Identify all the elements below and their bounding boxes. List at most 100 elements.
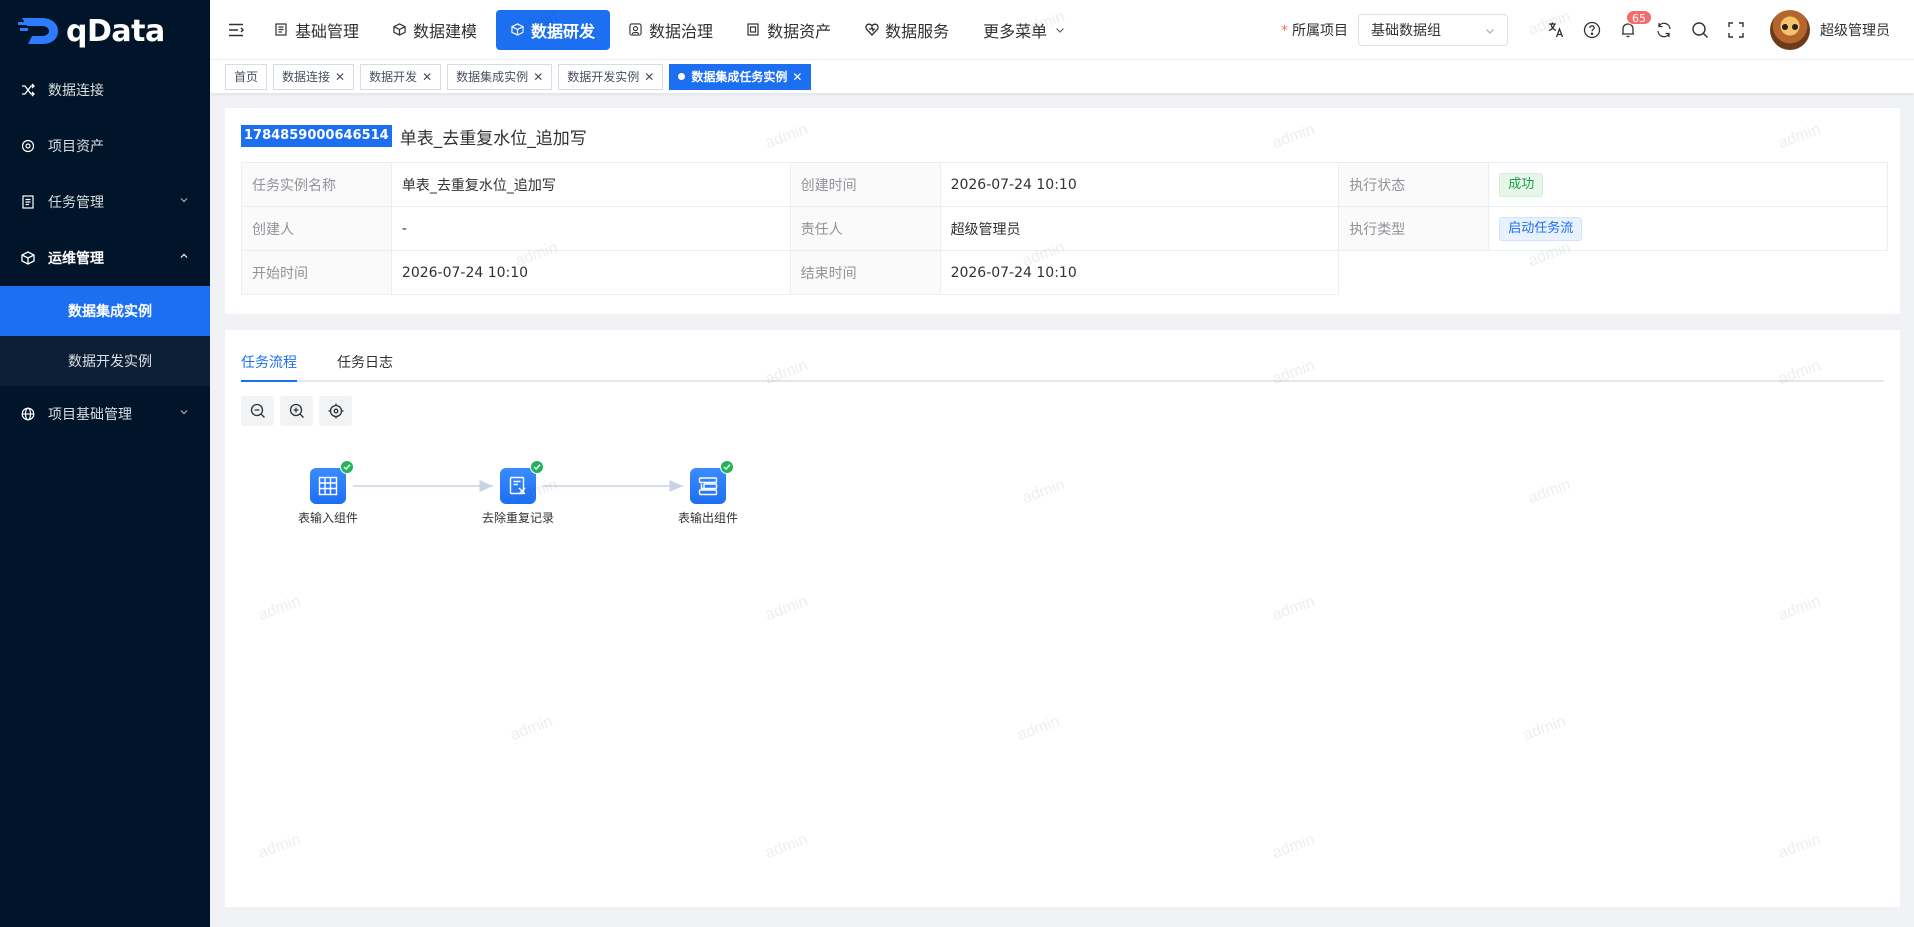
info-label: 开始时间 bbox=[241, 250, 392, 295]
tag-label: 数据集成任务实例 bbox=[691, 70, 788, 84]
menu-toggle-icon[interactable] bbox=[216, 0, 256, 60]
tab-task-flow[interactable]: 任务流程 bbox=[241, 344, 297, 382]
info-value: 2026-07-24 10:10 bbox=[939, 250, 1340, 295]
flow-node-label: 表输入组件 bbox=[297, 511, 358, 525]
user-name[interactable]: 超级管理员 bbox=[1820, 20, 1890, 40]
instance-info-table: 任务实例名称 单表_去重复水位_追加写 创建时间 2026-07-24 10:1… bbox=[241, 162, 1888, 295]
nav-basic-management[interactable]: 基础管理 bbox=[260, 10, 374, 50]
sidebar-item-label: 数据连接 bbox=[48, 83, 104, 99]
active-dot-icon bbox=[678, 73, 686, 80]
heart-icon bbox=[865, 23, 879, 37]
nav-label: 数据研发 bbox=[531, 21, 596, 41]
sidebar-item-project-assets[interactable]: 项目资产 bbox=[0, 118, 210, 174]
nav-label: 数据资产 bbox=[767, 21, 832, 41]
tag-data-connection[interactable]: 数据连接 ✕ bbox=[273, 63, 355, 90]
document-icon bbox=[275, 23, 289, 37]
nav-data-modeling[interactable]: 数据建模 bbox=[378, 10, 492, 50]
close-icon[interactable]: ✕ bbox=[644, 70, 654, 84]
zoom-out-button[interactable] bbox=[241, 396, 274, 426]
nav-more-menu[interactable]: 更多菜单 bbox=[968, 10, 1080, 50]
close-icon[interactable]: ✕ bbox=[533, 70, 543, 84]
flow-node-label: 表输出组件 bbox=[677, 511, 738, 525]
info-row: 创建人 - 责任人 超级管理员 执行类型 启动任务流 bbox=[241, 206, 1888, 251]
tag-home[interactable]: 首页 bbox=[225, 63, 268, 90]
notification-badge: 65 bbox=[1626, 10, 1652, 25]
instance-title: 单表_去重复水位_追加写 bbox=[399, 128, 587, 149]
fit-center-button[interactable] bbox=[319, 396, 352, 426]
cube-icon bbox=[393, 23, 407, 37]
logo[interactable]: qData bbox=[0, 0, 210, 62]
flow-node-table-output[interactable]: 表输出组件 bbox=[658, 460, 758, 526]
chevron-down-icon bbox=[180, 198, 188, 203]
bell-icon[interactable]: 65 bbox=[1618, 10, 1652, 40]
tag-label: 数据集成实例 bbox=[456, 70, 529, 84]
project-label-text: 所属项目 bbox=[1292, 23, 1348, 39]
info-label: 创建时间 bbox=[789, 162, 941, 207]
sidebar-item-label: 任务管理 bbox=[48, 195, 104, 211]
logo-mark-icon bbox=[18, 14, 62, 48]
tab-task-log[interactable]: 任务日志 bbox=[337, 344, 393, 380]
cube-icon bbox=[20, 250, 36, 266]
sidebar-item-label: 项目基础管理 bbox=[48, 407, 132, 423]
flow-node-dedupe[interactable]: 去除重复记录 bbox=[468, 460, 568, 526]
tag-data-development[interactable]: 数据开发 ✕ bbox=[360, 63, 442, 90]
sidebar-item-label: 项目资产 bbox=[48, 139, 104, 155]
info-label: 任务实例名称 bbox=[241, 162, 392, 207]
flow-node-table-input[interactable]: 表输入组件 bbox=[278, 460, 378, 526]
success-check-icon bbox=[340, 460, 354, 474]
governance-icon bbox=[629, 23, 643, 37]
nav-label: 基础管理 bbox=[295, 21, 360, 41]
tag-label: 数据开发 bbox=[369, 70, 418, 84]
sidebar-item-integration-instances[interactable]: 数据集成实例 bbox=[0, 286, 210, 336]
close-icon[interactable]: ✕ bbox=[335, 70, 345, 84]
sidebar-item-development-instances[interactable]: 数据开发实例 bbox=[0, 336, 210, 386]
detail-title-row: 1784859000646514 单表_去重复水位_追加写 bbox=[241, 124, 1884, 149]
info-value: 启动任务流 bbox=[1488, 206, 1888, 251]
project-select[interactable]: 基础数据组 bbox=[1358, 14, 1508, 46]
chevron-down-icon bbox=[180, 410, 188, 415]
tag-development-instances[interactable]: 数据开发实例 ✕ bbox=[558, 63, 664, 90]
info-value: 超级管理员 bbox=[939, 206, 1340, 251]
nav-data-development[interactable]: 数据研发 bbox=[496, 9, 611, 50]
info-value: - bbox=[390, 206, 791, 251]
info-label: 结束时间 bbox=[789, 250, 941, 295]
project-label: * 所属项目 bbox=[1281, 20, 1348, 40]
nav-data-assets[interactable]: 数据资产 bbox=[732, 10, 846, 50]
nav-label: 数据治理 bbox=[649, 21, 714, 41]
sidebar-item-task-management[interactable]: 任务管理 bbox=[0, 174, 210, 230]
flow-card: 任务流程 任务日志 表输入组件 去除重复记录 表输出组件 bbox=[225, 330, 1900, 907]
info-row: 任务实例名称 单表_去重复水位_追加写 创建时间 2026-07-24 10:1… bbox=[241, 162, 1888, 207]
cube-icon bbox=[511, 23, 525, 37]
sidebar-item-data-connection[interactable]: 数据连接 bbox=[0, 62, 210, 118]
zoom-in-button[interactable] bbox=[280, 396, 313, 426]
list-icon bbox=[20, 194, 36, 210]
search-icon[interactable] bbox=[1690, 20, 1710, 40]
ops-submenu: 数据集成实例 数据开发实例 bbox=[0, 286, 210, 386]
chevron-up-icon bbox=[180, 253, 188, 258]
close-icon[interactable]: ✕ bbox=[422, 70, 432, 84]
avatar[interactable] bbox=[1770, 10, 1810, 50]
close-icon[interactable]: ✕ bbox=[792, 70, 802, 84]
header-right: * 所属项目 基础数据组 65 超级管理员 bbox=[1281, 0, 1914, 60]
info-value: 单表_去重复水位_追加写 bbox=[390, 162, 791, 207]
sidebar-item-ops-management[interactable]: 运维管理 bbox=[0, 230, 210, 286]
nav-data-governance[interactable]: 数据治理 bbox=[614, 10, 728, 50]
info-label: 执行类型 bbox=[1338, 206, 1490, 251]
info-label: 创建人 bbox=[241, 206, 392, 251]
tag-integration-instances[interactable]: 数据集成实例 ✕ bbox=[447, 63, 553, 90]
tag-label: 数据连接 bbox=[282, 70, 331, 84]
sidebar-item-project-base[interactable]: 项目基础管理 bbox=[0, 386, 210, 442]
shuffle-icon bbox=[20, 82, 36, 98]
nav-data-services[interactable]: 数据服务 bbox=[850, 10, 964, 50]
asset-icon bbox=[20, 138, 36, 154]
tag-integration-task-instance[interactable]: 数据集成任务实例 ✕ bbox=[669, 63, 812, 90]
fullscreen-icon[interactable] bbox=[1726, 20, 1746, 40]
info-value: 成功 bbox=[1488, 162, 1888, 207]
zoom-in-icon bbox=[289, 403, 304, 418]
translate-icon[interactable] bbox=[1546, 20, 1566, 40]
refresh-icon[interactable] bbox=[1654, 20, 1674, 40]
tag-label: 数据开发实例 bbox=[567, 70, 640, 84]
help-icon[interactable] bbox=[1582, 20, 1602, 40]
logo-text: qData bbox=[66, 13, 165, 49]
flow-tabs: 任务流程 任务日志 bbox=[241, 330, 1884, 382]
